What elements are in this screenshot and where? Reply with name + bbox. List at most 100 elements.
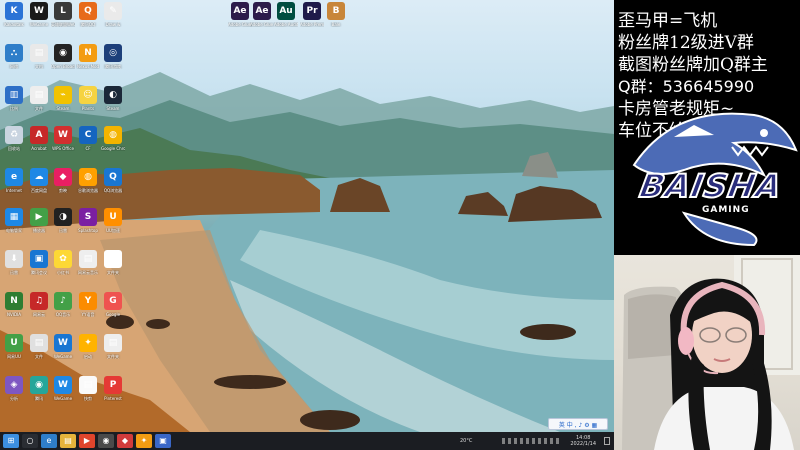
desktop-icon[interactable]: ◍ 谷歌浏览器: [76, 168, 100, 208]
desktop-icon[interactable]: ♫ 网易云: [27, 292, 51, 332]
desktop-icon[interactable]: ▤ 文档: [27, 44, 51, 84]
desktop-icon[interactable]: ▥ 比例: [2, 86, 26, 126]
desktop-icon[interactable]: ✦ 启动: [76, 334, 100, 374]
taskbar-folder-button[interactable]: ▤: [60, 434, 76, 448]
desktop-icon-label: Kakaotalk: [4, 22, 24, 27]
desktop-icon-label: UU加速: [106, 228, 120, 233]
desktop-icon[interactable]: U UU加速: [101, 208, 125, 248]
desktop-icon[interactable]: Q QQ浏览器: [101, 168, 125, 208]
desktop-icon[interactable]: N NVIDIA: [2, 292, 26, 332]
taskbar-search-button[interactable]: ○: [22, 434, 38, 448]
desktop-icon[interactable]: K Kakaotalk: [2, 2, 26, 42]
desktop-icon[interactable]: ◎ 腾讯游戏: [101, 44, 125, 84]
streamer-image: [622, 255, 800, 450]
desktop-icon[interactable]: U 网易UU: [2, 334, 26, 374]
desktop-icon[interactable]: W WPS Office: [51, 126, 75, 166]
desktop-icon[interactable]: ◈ 分析: [2, 376, 26, 416]
desktop-icon[interactable]: ⬇ 迅雷: [2, 250, 26, 290]
app-icon: ▶: [30, 208, 48, 226]
desktop-icon[interactable]: A Acrobat: [27, 126, 51, 166]
desktop-icon[interactable]: Pr Adobe Premi: [300, 2, 324, 42]
desktop-icon[interactable]: ◆ 剪映: [51, 168, 75, 208]
channel-logo: BAISHA GAMING: [614, 95, 800, 255]
desktop-icon-label: CF: [85, 146, 91, 151]
desktop-icon[interactable]: C CF: [76, 126, 100, 166]
desktop-icon[interactable]: e Internet: [2, 168, 26, 208]
taskbar-edge-button[interactable]: e: [41, 434, 57, 448]
desktop-icon-label: 小红书: [57, 270, 69, 275]
desktop-icon[interactable]: N Nexus Mod: [76, 44, 100, 84]
app-icon: ▤: [104, 334, 122, 352]
desktop-icon[interactable]: ▶ 播放器: [27, 208, 51, 248]
desktop-icon-label: Steam: [56, 106, 70, 111]
taskbar-game-button[interactable]: ◆: [117, 434, 133, 448]
desktop-icon[interactable]: ⌁ Steam: [51, 86, 75, 126]
desktop-icon[interactable]: ▤ 文件夹: [101, 334, 125, 374]
desktop-icon-label: Google Chrome: [101, 146, 125, 151]
tray-icons[interactable]: [502, 438, 563, 444]
tool-icon: ✦: [140, 436, 148, 445]
taskbar-start-button[interactable]: ⊞: [3, 434, 19, 448]
app-icon: ♫: [30, 292, 48, 310]
desktop-icon[interactable]: ◐ Steam: [101, 86, 125, 126]
taskbar-media-button[interactable]: ▶: [79, 434, 95, 448]
app-icon: ◈: [5, 376, 23, 394]
desktop-icon[interactable]: W WeGame: [51, 334, 75, 374]
app-icon: ◉: [54, 44, 72, 62]
desktop-icon[interactable]: 文件夹: [101, 250, 125, 290]
weather-temp[interactable]: 20°C: [460, 438, 472, 444]
desktop-icon-label: Nexus Mod: [76, 64, 100, 69]
desktop-icon[interactable]: Q 腾讯QQ: [76, 2, 100, 42]
desktop-icon[interactable]: ▤ 文件: [27, 334, 51, 374]
desktop-icon[interactable]: Ae Adobe Glue 此电脑: [228, 2, 252, 42]
app-icon: ▣: [30, 250, 48, 268]
desktop-icon[interactable]: Au Adobe Audit: [274, 2, 298, 42]
desktop-icon[interactable]: P Pinterest: [101, 376, 125, 416]
desktop-icon[interactable]: ✿ 小红书: [51, 250, 75, 290]
desktop-icon[interactable]: ⛬ 网络: [2, 44, 26, 84]
desktop-icon[interactable]: ♻ 回收站: [2, 126, 26, 166]
search-icon: ○: [26, 436, 34, 445]
desktop-icon[interactable]: W WeGame: [27, 2, 51, 42]
media-icon: ▶: [83, 436, 91, 445]
desktop-icon[interactable]: ◑ 迅雷: [51, 208, 75, 248]
notification-icon[interactable]: [604, 437, 610, 445]
desktop-icon[interactable]: ▤ 网易云音乐: [76, 250, 100, 290]
desktop-icon[interactable]: Ae Adobe Glue 此电脑: [250, 2, 274, 42]
desktop-icon[interactable]: ▤ 快剪: [76, 376, 100, 416]
desktop-icon[interactable]: W WeGame: [51, 376, 75, 416]
desktop-icon-label: Steam: [106, 106, 120, 111]
desktop-icon[interactable]: ▤ 文件: [27, 86, 51, 126]
desktop-icon[interactable]: ✎ Draw &: [101, 2, 125, 42]
desktop-icon-label: 回收站: [8, 146, 20, 151]
desktop-icon-label: Adobe Glue 此电脑: [228, 22, 252, 27]
ime-toolbar[interactable]: 英 中 , ♪ ⚙ ▦: [548, 418, 608, 430]
desktop-icon[interactable]: ◉ Open Broadcast: [51, 44, 75, 84]
desktop-icon-label: Open Broadcast: [51, 64, 75, 69]
taskbar-tool-button[interactable]: ✦: [136, 434, 152, 448]
desktop-icon[interactable]: ▣ 腾讯会议: [27, 250, 51, 290]
taskbar-obs-button[interactable]: ◉: [98, 434, 114, 448]
desktop-icon[interactable]: S Splashtop: [76, 208, 100, 248]
desktop-icon[interactable]: ☁ 百度网盘: [27, 168, 51, 208]
desktop-icon[interactable]: ▦ 电脑管家: [2, 208, 26, 248]
webcam-feed: [614, 255, 800, 450]
app-icon: ◑: [54, 208, 72, 226]
desktop-icon[interactable]: G Google: [101, 292, 125, 332]
desktop-icon[interactable]: Y YY语音: [76, 292, 100, 332]
desktop-icon-label: 文件夹: [107, 354, 119, 359]
app-icon: e: [5, 168, 23, 186]
desktop-icon-label: 百度网盘: [31, 188, 47, 193]
app-icon: ⛬: [5, 44, 23, 62]
desktop-icon[interactable]: ☺ Plants: [76, 86, 100, 126]
desktop-icon[interactable]: B Bale: [324, 2, 348, 42]
desktop-icon[interactable]: ◉ 腾讯: [27, 376, 51, 416]
stream-info-panel: 歪马甲=飞机 粉丝牌12级进V群 截图粉丝牌加Q群主 Q群：536645990 …: [614, 0, 800, 255]
desktop-icon[interactable]: ◍ Google Chrome: [101, 126, 125, 166]
desktop-icon[interactable]: L 英雄联盟WeGame版: [51, 2, 75, 42]
clock[interactable]: 14:08 2022/1/14: [570, 435, 596, 447]
taskbar-app-button[interactable]: ▣: [155, 434, 171, 448]
app-icon: U: [5, 334, 23, 352]
desktop-icon[interactable]: ♪ QQ音乐: [51, 292, 75, 332]
app-icon: U: [104, 208, 122, 226]
